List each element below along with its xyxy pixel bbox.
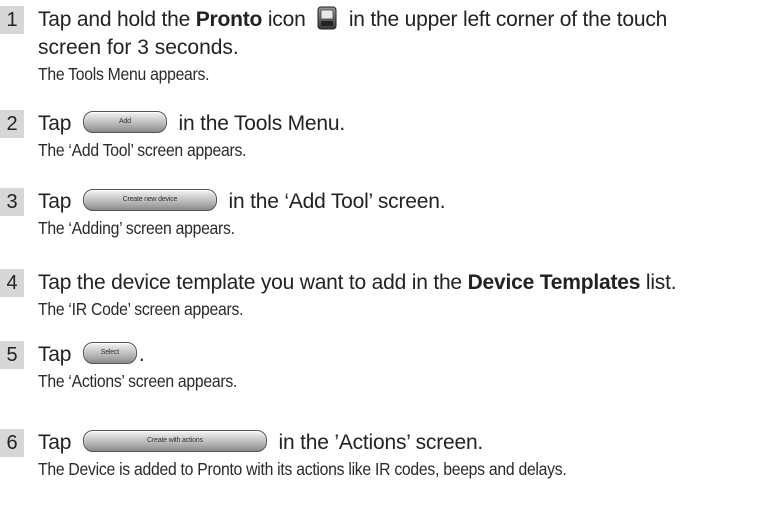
device-templates-label: Device Templates bbox=[467, 271, 641, 294]
step-number: 4 bbox=[0, 269, 24, 297]
step-instruction: Tap Create new device in the ‘Add Tool’ … bbox=[38, 189, 446, 213]
select-button[interactable]: Select bbox=[82, 342, 137, 365]
step-instruction: Tap the device template you want to add … bbox=[38, 271, 677, 294]
step-instruction: Tap Add in the Tools Menu. bbox=[38, 111, 345, 135]
step-result: The ‘Adding’ screen appears. bbox=[38, 218, 235, 238]
step-result: The ‘Actions’ screen appears. bbox=[38, 371, 238, 391]
step-instruction: Tap Create with actions in the ’Actions’… bbox=[38, 430, 484, 454]
step-number: 1 bbox=[0, 6, 24, 34]
step-number: 3 bbox=[0, 188, 24, 216]
step-instruction-continued: screen for 3 seconds. bbox=[38, 36, 239, 59]
create-with-actions-button[interactable]: Create with actions bbox=[82, 430, 267, 453]
step-result: The ‘Add Tool’ screen appears. bbox=[38, 140, 247, 160]
step-instruction: Tap Select. bbox=[38, 342, 145, 366]
step-number: 5 bbox=[0, 341, 24, 369]
add-button[interactable]: Add bbox=[82, 111, 167, 134]
pronto-remote-icon bbox=[317, 6, 337, 30]
step-result: The Tools Menu appears. bbox=[38, 64, 210, 84]
step-instruction: Tap and hold the Pronto icon in the uppe… bbox=[38, 6, 668, 31]
step-number: 2 bbox=[0, 110, 24, 138]
pronto-label: Pronto bbox=[195, 8, 263, 31]
step-number: 6 bbox=[0, 429, 24, 457]
step-result: The Device is added to Pronto with its a… bbox=[38, 459, 567, 479]
create-new-device-button[interactable]: Create new device bbox=[82, 189, 217, 212]
step-result: The ‘IR Code’ screen appears. bbox=[38, 299, 244, 319]
